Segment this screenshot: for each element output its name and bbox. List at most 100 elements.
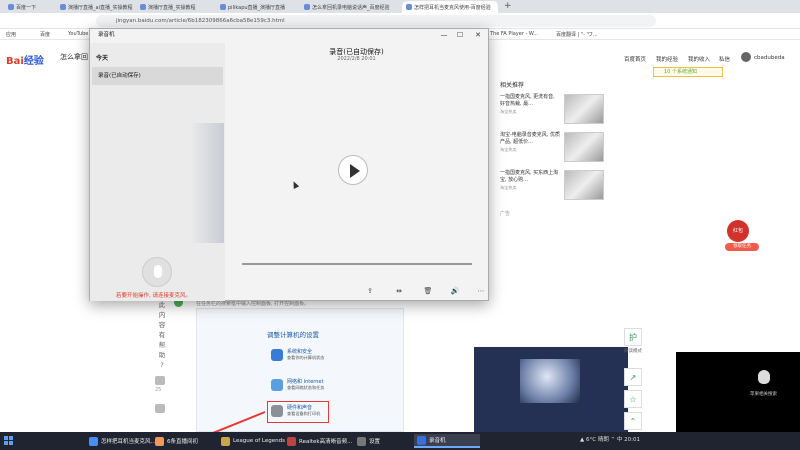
connect-mic-hint: 若要开始操作, 请连接麦克风。 [116, 293, 191, 299]
thumbs-down-icon[interactable] [155, 404, 165, 413]
gear-icon [357, 436, 366, 446]
taskbar: 怎样把耳机当麦克风... 6条直播间初 League of Legends Re… [0, 432, 800, 450]
browser-tab[interactable]: 演播厅直播_实操教程 [136, 1, 214, 13]
browser-tab[interactable]: 演播厅直播_ai直播_实操教程 [56, 1, 134, 13]
taskbar-item[interactable]: Realtek高清晰音频... [284, 434, 355, 448]
address-bar-row: jingyan.baidu.com/article/6b182309866a6c… [0, 13, 800, 29]
ad-image[interactable] [564, 170, 604, 200]
nav-my-experience[interactable]: 我的经验 [656, 55, 678, 63]
app-icon [417, 435, 426, 445]
back-to-top-icon[interactable]: ⌃ [624, 412, 642, 430]
ad-label: 广告 [500, 211, 511, 217]
bookmark-item[interactable]: 百度翻译 | "- 'ワ... [556, 31, 598, 38]
avatar[interactable] [741, 52, 751, 62]
blurred-area [190, 123, 224, 243]
vote-controls: 25 [153, 372, 167, 413]
tab-favicon-icon [220, 4, 226, 10]
recording-list-item[interactable]: 录音(已自动保存) [92, 67, 223, 85]
app-icon [287, 436, 296, 446]
more-options-icon[interactable]: ⋯ [474, 287, 488, 295]
url-field[interactable]: jingyan.baidu.com/article/6b182309866a6c… [96, 15, 656, 27]
bookmark-item[interactable]: The FA Player - W... [490, 31, 538, 37]
username[interactable]: cbadubeda [754, 55, 785, 61]
control-panel-title: 调整计算机的设置 [267, 331, 319, 339]
recommend-header: 相关推荐 [500, 82, 525, 89]
volume-icon[interactable]: 🔊 [448, 287, 462, 295]
browser-tab[interactable]: 百度一下 [4, 1, 54, 13]
taskbar-item[interactable]: 怎样把耳机当麦克风... [86, 434, 159, 448]
taskbar-item[interactable]: League of Legends [218, 434, 288, 448]
red-packet-label: 领取任务 [725, 243, 759, 251]
bookmark-item[interactable]: YouTube [68, 31, 88, 37]
delete-icon[interactable]: 🗑 [421, 287, 435, 295]
bookmark-item[interactable]: 应用 [6, 31, 16, 38]
cp-item-network: 网络和 Internet 查看网络状态和任务 [287, 379, 325, 390]
ad-item[interactable]: 淘宝-电脑录音麦克风, 优质产品, 超低价... 淘宝热卖 [500, 132, 560, 153]
reading-mode-button[interactable]: 护 [624, 328, 642, 346]
app-icon [89, 436, 98, 446]
browser-tab[interactable]: pilikapu直播_演播厅直播 [216, 1, 296, 13]
nav-my-income[interactable]: 我的收入 [688, 55, 710, 63]
taskbar-item[interactable]: 设置 [354, 434, 383, 448]
cp-item-security: 系统和安全 查看你的计算机状态 [287, 349, 325, 360]
share-icon[interactable]: ↗ [624, 368, 642, 386]
taskbar-item[interactable]: 6条直播间初 [152, 434, 201, 448]
trim-icon[interactable]: ⇹ [392, 287, 406, 295]
red-packet-icon: 红包 [727, 220, 749, 242]
ad-item[interactable]: 一指国麦克风, 买东西上淘宝, 放心购... 淘宝热卖 [500, 170, 560, 191]
maximize-button[interactable]: ☐ [454, 30, 466, 40]
camera-caption: 苹果相关搜索 [750, 392, 777, 397]
video-thumbnail[interactable] [474, 347, 628, 432]
tab-favicon-icon [140, 4, 146, 10]
camera-overlay: 苹果相关搜索 [676, 352, 800, 432]
network-icon [271, 379, 283, 391]
control-panel-screenshot: 调整计算机的设置 系统和安全 查看你的计算机状态 网络和 Internet 查看网络… [196, 308, 404, 435]
app-icon [221, 436, 230, 446]
mouse-cursor-icon [290, 180, 300, 189]
red-packet-widget[interactable]: 红包 领取任务 [725, 220, 765, 251]
minimize-button[interactable]: — [438, 30, 450, 40]
nav-messages[interactable]: 私信 [719, 55, 730, 63]
browser-tab-bar: 百度一下 演播厅直播_ai直播_实操教程 演播厅直播_实操教程 pilikapu… [0, 0, 800, 13]
shield-icon [271, 349, 283, 361]
thumbs-up-icon[interactable] [155, 376, 165, 385]
window-title: 录音机 [98, 32, 115, 38]
thumbnail-art [520, 359, 580, 403]
recording-list-pane: 今天 录音(已自动保存) 若要开始操作, 请连接麦克风。 [90, 43, 225, 301]
play-button[interactable] [338, 155, 368, 185]
tab-favicon-icon [304, 4, 310, 10]
highlight-box [267, 401, 329, 423]
browser-tab-active[interactable]: 怎样把耳机当麦克风使用-百度经验 [402, 1, 498, 13]
system-tray[interactable]: ▲ 6°C 晴朗 ⌃ 中 20:01 [580, 435, 640, 443]
baidu-logo[interactable]: Bai经验 [6, 52, 44, 67]
reading-mode-label: 阅读模式 [624, 349, 642, 354]
apple-icon [758, 370, 770, 384]
close-button[interactable]: ✕ [472, 30, 484, 40]
tab-favicon-icon [60, 4, 66, 10]
star-icon[interactable]: ☆ [624, 390, 642, 408]
bookmark-item[interactable]: 百度 [40, 31, 50, 38]
share-icon[interactable]: ⇪ [363, 287, 377, 295]
voice-recorder-window: 录音机 — ☐ ✕ 今天 录音(已自动保存) 若要开始操作, 请连接麦克风。 录… [89, 28, 489, 301]
helpful-count: 25 [155, 387, 162, 393]
nav-baidu-home[interactable]: 百度首页 [624, 55, 646, 63]
step-text: 在任务栏的搜索框中输入控制面板, 打开控制面板。 [196, 301, 310, 307]
recording-date: 2022/2/8 20:01 [337, 56, 376, 62]
list-header: 今天 [96, 55, 109, 62]
microphone-icon[interactable] [142, 257, 172, 287]
notification-badge[interactable]: 10 个系统通知 [653, 67, 723, 77]
floating-toolbar: 护 阅读模式 ↗ ☆ ⌃ [624, 328, 642, 432]
taskbar-item-active[interactable]: 录音机 [414, 434, 480, 448]
ad-image[interactable] [564, 132, 604, 162]
tab-favicon-icon [406, 4, 412, 10]
new-tab-button[interactable]: + [504, 1, 512, 11]
helpful-prompt: 此 内 容 有 帮 助 ? [158, 301, 166, 369]
ad-item[interactable]: 一指国麦克风, 更洗有音, 好音热裁, 最... 淘宝热卖 [500, 94, 560, 115]
ad-image[interactable] [564, 94, 604, 124]
browser-tab[interactable]: 怎么拿回机录电脑说话声_百度经验 [300, 1, 400, 13]
playback-track[interactable] [242, 263, 472, 265]
start-button[interactable] [4, 436, 14, 446]
app-icon [155, 436, 164, 446]
recommend-panel: 相关推荐 一指国麦克风, 更洗有音, 好音热裁, 最... 淘宝热卖 淘宝-电脑录… [496, 78, 616, 226]
tab-favicon-icon [8, 4, 14, 10]
